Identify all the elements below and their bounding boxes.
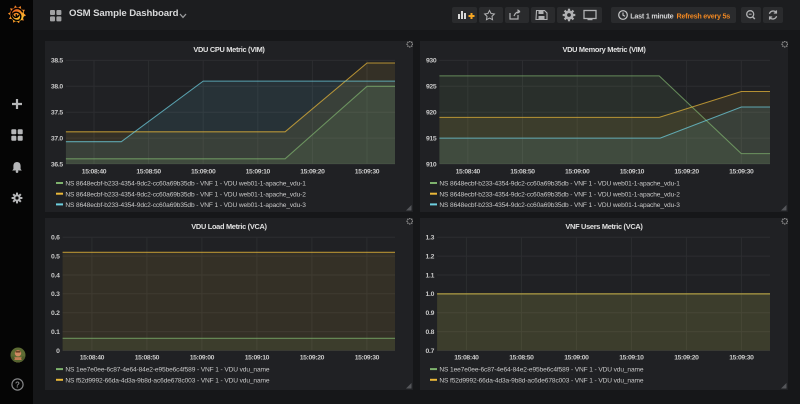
svg-text:1.0: 1.0 — [426, 291, 435, 298]
svg-text:NS f52d9992-66da-4d3a-9b8d-ac6: NS f52d9992-66da-4d3a-9b8d-ac6de678c003 … — [439, 377, 644, 384]
svg-text:0.4: 0.4 — [51, 272, 60, 279]
svg-text:NS f52d9992-66da-4d3a-9b8d-ac6: NS f52d9992-66da-4d3a-9b8d-ac6de678c003 … — [65, 377, 270, 384]
svg-text:15:09:00: 15:09:00 — [565, 169, 590, 176]
svg-text:0.5: 0.5 — [51, 253, 60, 260]
svg-text:15:08:50: 15:08:50 — [510, 169, 535, 176]
svg-text:15:08:50: 15:08:50 — [136, 169, 161, 176]
svg-text:15:08:40: 15:08:40 — [454, 355, 479, 362]
svg-text:0.7: 0.7 — [426, 348, 435, 355]
svg-text:VDU Load Metric (VCA): VDU Load Metric (VCA) — [191, 222, 267, 231]
svg-text:15:09:20: 15:09:20 — [674, 169, 699, 176]
svg-text:37.0: 37.0 — [51, 135, 64, 142]
svg-text:0: 0 — [56, 348, 60, 355]
svg-text:15:09:10: 15:09:10 — [246, 169, 271, 176]
svg-text:?: ? — [15, 380, 20, 389]
svg-text:15:08:50: 15:08:50 — [509, 355, 534, 362]
svg-text:925: 925 — [426, 84, 437, 91]
svg-text:15:08:40: 15:08:40 — [80, 355, 105, 362]
svg-text:15:09:30: 15:09:30 — [729, 355, 754, 362]
svg-text:36.5: 36.5 — [51, 161, 64, 168]
svg-text:15:09:30: 15:09:30 — [355, 169, 380, 176]
svg-text:0.3: 0.3 — [51, 291, 60, 298]
svg-text:915: 915 — [426, 135, 437, 142]
svg-text:15:09:00: 15:09:00 — [564, 355, 589, 362]
svg-text:920: 920 — [426, 110, 437, 117]
svg-text:15:09:10: 15:09:10 — [245, 355, 270, 362]
svg-text:1.1: 1.1 — [426, 272, 435, 279]
svg-text:15:09:30: 15:09:30 — [355, 355, 380, 362]
svg-text:NS 8648ecbf-b233-4354-9dc2-cc6: NS 8648ecbf-b233-4354-9dc2-cc60a69b35db … — [439, 202, 680, 209]
svg-text:0.8: 0.8 — [426, 329, 435, 336]
svg-text:NS 1ee7e0ee-6c87-4e64-84e2-e95: NS 1ee7e0ee-6c87-4e64-84e2-e95be6c4f589 … — [439, 367, 644, 374]
svg-text:VDU Memory Metric (VIM): VDU Memory Metric (VIM) — [562, 45, 646, 54]
svg-text:NS 8648ecbf-b233-4354-9dc2-cc6: NS 8648ecbf-b233-4354-9dc2-cc60a69b35db … — [65, 181, 306, 188]
svg-text:NS 8648ecbf-b233-4354-9dc2-cc6: NS 8648ecbf-b233-4354-9dc2-cc60a69b35db … — [65, 191, 306, 198]
svg-text:NS 8648ecbf-b233-4354-9dc2-cc6: NS 8648ecbf-b233-4354-9dc2-cc60a69b35db … — [439, 181, 680, 188]
svg-text:0.2: 0.2 — [51, 310, 60, 317]
svg-text:1.2: 1.2 — [426, 253, 435, 260]
svg-text:0.6: 0.6 — [51, 235, 60, 242]
svg-text:15:09:30: 15:09:30 — [729, 169, 754, 176]
svg-text:Refresh every 5s: Refresh every 5s — [677, 12, 731, 21]
svg-text:15:08:50: 15:08:50 — [135, 355, 160, 362]
svg-text:15:09:00: 15:09:00 — [191, 169, 216, 176]
svg-text:NS 8648ecbf-b233-4354-9dc2-cc6: NS 8648ecbf-b233-4354-9dc2-cc60a69b35db … — [439, 191, 680, 198]
svg-text:38.5: 38.5 — [51, 58, 64, 65]
svg-text:15:09:20: 15:09:20 — [674, 355, 699, 362]
svg-text:15:09:10: 15:09:10 — [619, 355, 644, 362]
svg-text:VDU CPU Metric (VIM): VDU CPU Metric (VIM) — [193, 45, 265, 54]
svg-text:0.9: 0.9 — [426, 310, 435, 317]
svg-text:15:09:10: 15:09:10 — [620, 169, 645, 176]
svg-text:VNF Users Metric (VCA): VNF Users Metric (VCA) — [565, 222, 643, 231]
svg-text:15:08:40: 15:08:40 — [82, 169, 107, 176]
svg-text:15:09:20: 15:09:20 — [300, 355, 325, 362]
svg-text:15:09:00: 15:09:00 — [190, 355, 215, 362]
svg-text:930: 930 — [426, 58, 437, 65]
svg-text:0.1: 0.1 — [51, 329, 60, 336]
svg-text:910: 910 — [426, 161, 437, 168]
svg-text:1.3: 1.3 — [426, 235, 435, 242]
svg-text:NS 8648ecbf-b233-4354-9dc2-cc6: NS 8648ecbf-b233-4354-9dc2-cc60a69b35db … — [65, 202, 306, 209]
svg-text:38.0: 38.0 — [51, 84, 64, 91]
svg-text:NS 1ee7e0ee-6c87-4e64-84e2-e95: NS 1ee7e0ee-6c87-4e64-84e2-e95be6c4f589 … — [65, 367, 270, 374]
svg-text:37.5: 37.5 — [51, 110, 64, 117]
svg-text:Last 1 minute: Last 1 minute — [630, 12, 673, 21]
svg-text:15:09:20: 15:09:20 — [300, 169, 325, 176]
svg-text:15:08:40: 15:08:40 — [456, 169, 481, 176]
